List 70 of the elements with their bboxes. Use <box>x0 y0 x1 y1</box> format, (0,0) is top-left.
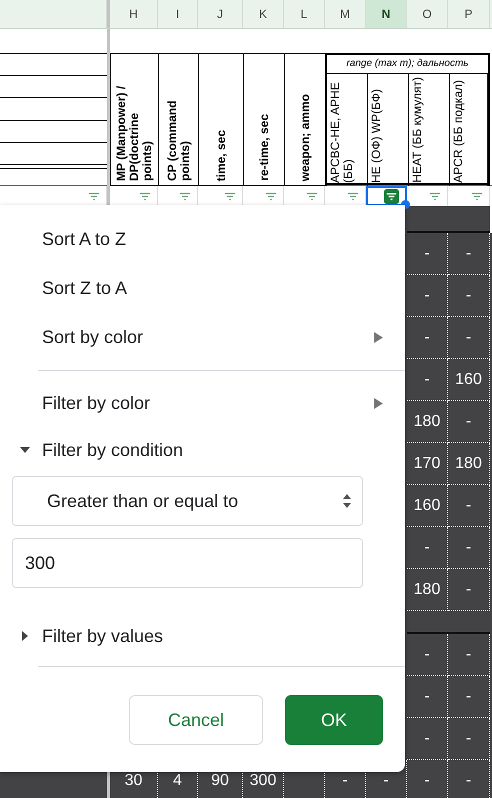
column-header[interactable]: N <box>366 0 407 28</box>
table-cell: - <box>448 317 490 359</box>
dropdown-arrows-icon <box>342 493 352 509</box>
table-cell: - <box>448 676 490 718</box>
cancel-button[interactable]: Cancel <box>129 695 263 745</box>
column-heading: HE (ОФ) WP(БФ) <box>370 89 383 183</box>
submenu-arrow-icon <box>374 398 383 409</box>
column-header[interactable]: P <box>448 0 490 28</box>
table-cell: 160 <box>448 359 490 401</box>
section-toggle[interactable]: Filter by condition <box>0 428 405 472</box>
value-field[interactable]: 300 <box>12 538 363 588</box>
filter-icon[interactable] <box>224 192 236 200</box>
table-cell: - <box>407 317 448 359</box>
table-cell: - <box>448 760 490 798</box>
column-heading: CP (command points) <box>166 100 192 181</box>
filter-icon[interactable] <box>306 192 318 200</box>
column-header[interactable]: H <box>110 0 158 28</box>
table-cell: - <box>407 676 448 718</box>
table-cell: - <box>407 359 448 401</box>
table-cell: - <box>448 527 490 569</box>
table-cell: - <box>407 527 448 569</box>
group-heading: range (max m); дальность <box>327 55 488 74</box>
column-heading: HEAT (ББ кумулят) <box>411 77 424 183</box>
filter-icon[interactable] <box>429 192 441 200</box>
column-heading: time, sec <box>214 130 228 181</box>
column-heading: APCR (ББ подкал) <box>452 80 465 183</box>
menu-item[interactable]: Sort by color <box>0 313 405 362</box>
condition-dropdown[interactable]: Greater than or equal to <box>12 476 363 526</box>
column-header[interactable]: J <box>198 0 243 28</box>
table-cell: - <box>407 718 448 760</box>
table-cell: - <box>407 634 448 676</box>
filter-icon[interactable] <box>265 192 277 200</box>
section-toggle[interactable]: Filter by values <box>0 614 405 658</box>
table-cell: - <box>407 233 448 275</box>
table-cell: 160 <box>407 485 448 527</box>
column-heading: MP (Manpower) / DP(doctrine points) <box>115 84 154 181</box>
menu-item[interactable]: Filter by color <box>0 379 405 428</box>
filter-icon[interactable] <box>384 188 399 204</box>
column-header[interactable]: K <box>243 0 284 28</box>
column-heading: weapon; ammo <box>298 94 312 181</box>
table-cell: - <box>448 233 490 275</box>
menu-item[interactable]: Sort A to Z <box>0 215 405 264</box>
column-header[interactable]: O <box>407 0 448 28</box>
table-cell: - <box>448 569 490 611</box>
table-cell: 170 <box>407 443 448 485</box>
table-cell <box>407 206 448 233</box>
column-heading: APCBC-HE, APHE (ББ) <box>329 81 355 183</box>
menu-item[interactable]: Sort Z to A <box>0 264 405 313</box>
table-cell: - <box>448 718 490 760</box>
table-cell: - <box>448 485 490 527</box>
ok-button[interactable]: OK <box>285 695 383 745</box>
submenu-arrow-icon <box>374 332 383 343</box>
filter-icon[interactable] <box>471 192 483 200</box>
table-cell: 180 <box>448 443 490 485</box>
filter-icon[interactable] <box>88 192 100 200</box>
table-cell: 180 <box>407 401 448 443</box>
table-cell: - <box>448 634 490 676</box>
table-cell: 180 <box>407 569 448 611</box>
filter-icon[interactable] <box>347 192 359 200</box>
table-cell <box>448 206 490 233</box>
table-cell: - <box>448 275 490 317</box>
column-header[interactable]: I <box>158 0 198 28</box>
table-cell <box>407 611 448 634</box>
filter-icon[interactable] <box>179 192 191 200</box>
table-cell: - <box>448 401 490 443</box>
column-header[interactable]: L <box>284 0 325 28</box>
table-cell: - <box>407 760 448 798</box>
column-heading: re-time, sec <box>258 114 270 181</box>
table-cell: - <box>407 275 448 317</box>
filter-icon[interactable] <box>139 192 151 200</box>
